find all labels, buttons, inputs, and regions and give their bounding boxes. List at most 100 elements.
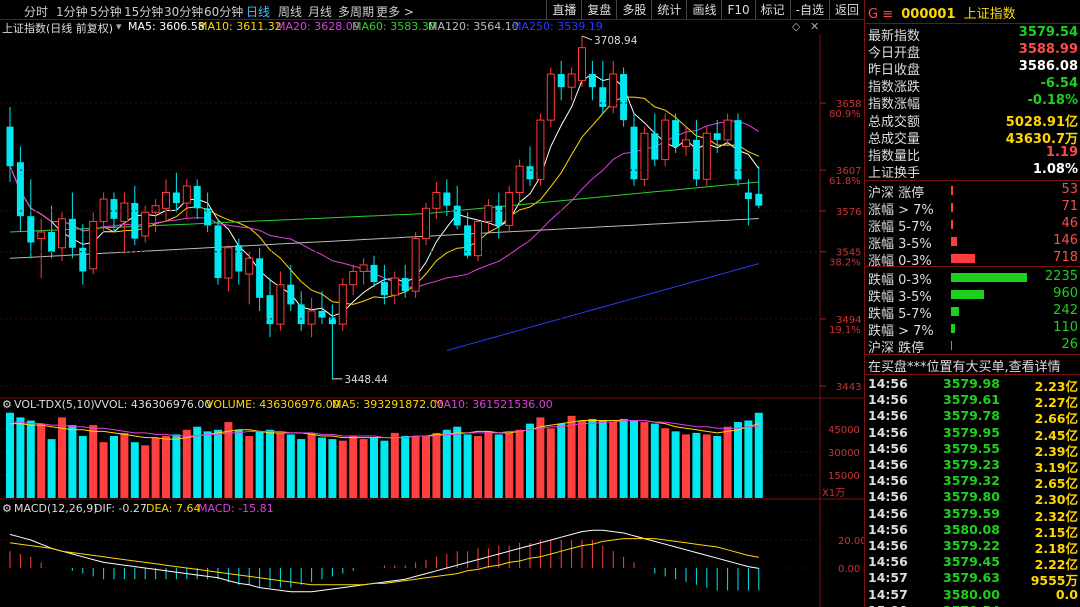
volume-bar — [744, 420, 753, 498]
volume-bar — [390, 432, 399, 498]
tick-row: 14:56 3579.95 2.45亿 — [865, 425, 1080, 443]
volume-bar — [130, 442, 139, 498]
volume-panel: 45000 30000 15000 X1万 — [0, 412, 860, 499]
candle-body-up — [661, 119, 670, 161]
tick-row: 14:56 3579.22 2.18亿 — [865, 538, 1080, 556]
tick-row: 14:56 3579.59 2.32亿 — [865, 505, 1080, 524]
divider — [865, 266, 1080, 267]
volume-bar — [297, 439, 306, 498]
panel-header: G ≡ 000001 上证指数 — [868, 3, 1016, 22]
kline-chart[interactable]: 3708.943448.44 365880.9%360761.8%3576354… — [0, 20, 864, 607]
tool-live-button[interactable]: 直播 — [546, 0, 581, 20]
candle-body-up — [338, 284, 347, 325]
candle-body-down — [744, 192, 752, 200]
candle-body-down — [495, 205, 503, 226]
volume-bar — [682, 434, 690, 498]
candle-body-down — [287, 284, 295, 305]
tick-price: 3579.98 — [943, 376, 1000, 391]
tool-watchlist-button[interactable]: -自选 — [789, 0, 829, 20]
candle-body-up — [120, 202, 129, 222]
candle-body-up — [411, 238, 420, 292]
volume-bar — [99, 442, 108, 498]
tick-time: 14:56 — [868, 440, 908, 456]
vol-axis-label: 45000 — [828, 425, 860, 436]
percent-axis-label: 61.8% — [829, 176, 861, 187]
tick-time: 14:56 — [868, 505, 908, 521]
vol-indicator-name: VOL-TDX(5,10) — [14, 398, 95, 411]
code-mark: G ≡ — [868, 7, 894, 22]
tick-row: 14:57 3579.63 9555万 — [865, 570, 1080, 588]
quote-row: 指数量比 1.19 — [868, 145, 1078, 164]
volume-bar — [422, 436, 430, 498]
candle-body-up — [390, 277, 399, 296]
divider — [865, 23, 1080, 24]
period-tab-weekly[interactable]: 周线 — [278, 3, 302, 20]
big-order-notice[interactable]: 在买盘***位置有大买单,查看详情 — [868, 356, 1061, 375]
volume-bar — [432, 432, 441, 498]
volume-bar — [58, 417, 66, 498]
tool-mark-button[interactable]: 标记 — [754, 0, 790, 20]
tool-review-button[interactable]: 复盘 — [581, 0, 616, 20]
quote-row: 最新指数 3579.54 — [868, 25, 1078, 44]
quote-value: 3588.99 — [1018, 42, 1078, 58]
vvol-value: VVOL: 436306976.00 — [94, 398, 212, 411]
volume-bar — [182, 429, 191, 498]
candle-body-up — [567, 73, 576, 88]
distribution-value: 960 — [1053, 286, 1078, 301]
candle-body-down — [755, 193, 763, 206]
macd-axis-label: 0.00 — [838, 564, 860, 575]
candle-body-up — [505, 192, 514, 226]
tool-draw-button[interactable]: 画线 — [686, 0, 721, 20]
distribution-value: 46 — [1061, 216, 1078, 231]
candle-body-up — [432, 192, 441, 209]
volume-bar — [89, 425, 98, 498]
tick-row: 14:57 3580.00 0.0 — [865, 587, 1080, 603]
tool-stats-button[interactable]: 统计 — [651, 0, 686, 20]
volume-bar — [78, 436, 87, 498]
distribution-bar — [951, 254, 975, 263]
candles — [6, 35, 763, 380]
volume-bar — [401, 436, 410, 498]
tick-price: 3579.54 — [943, 603, 1000, 607]
tool-back-button[interactable]: 返回 — [828, 0, 864, 20]
period-tab-5min[interactable]: 5分钟 — [90, 3, 122, 20]
tick-price: 3579.61 — [943, 392, 1000, 408]
volume-bar — [453, 426, 462, 498]
volume-bar — [266, 429, 274, 498]
period-tab-multi[interactable]: 多周期 — [338, 3, 374, 20]
distribution-value: 110 — [1053, 320, 1078, 335]
volume-bar — [349, 436, 358, 498]
vol-ma5-value: MA5: 393291872.00 — [332, 398, 444, 411]
period-tab-fenshi[interactable]: 分时 — [24, 3, 48, 20]
candle-body-down — [599, 87, 607, 107]
distribution-row: 跌幅 > 7% 110 — [868, 320, 1078, 339]
candle-body-up — [141, 211, 150, 237]
tick-time: 14:56 — [868, 489, 908, 505]
distribution-bar — [951, 220, 953, 229]
candle-body-down — [557, 74, 565, 88]
candle-body-down — [297, 304, 305, 325]
volume-bar — [37, 423, 46, 498]
candle-body-down — [464, 225, 472, 256]
volume-bar — [172, 434, 181, 498]
settings-icon[interactable]: ⚙ — [2, 502, 12, 515]
period-tab-daily[interactable]: 日线 — [246, 3, 270, 20]
tool-multi-stock-button[interactable]: 多股 — [616, 0, 651, 20]
period-tab-more[interactable]: 更多 > — [376, 3, 414, 20]
period-tab-15min[interactable]: 15分钟 — [124, 3, 163, 20]
distribution-row: 涨幅 0-3% 718 — [868, 250, 1078, 269]
volume-bar — [245, 436, 254, 498]
volume-bar — [588, 418, 597, 498]
period-tab-monthly[interactable]: 月线 — [308, 3, 332, 20]
tool-f10-button[interactable]: F10 — [721, 0, 754, 20]
volume-bar — [598, 420, 607, 498]
period-tab-1min[interactable]: 1分钟 — [56, 3, 88, 20]
settings-icon[interactable]: ⚙ — [2, 398, 12, 411]
vol-axis-label: 30000 — [828, 448, 860, 459]
candle-body-down — [48, 231, 56, 252]
volume-bar — [162, 436, 170, 498]
tick-price: 3579.55 — [943, 440, 1000, 456]
period-tab-30min[interactable]: 30分钟 — [164, 3, 203, 20]
period-tab-60min[interactable]: 60分钟 — [204, 3, 243, 20]
candle-body-down — [6, 126, 14, 167]
